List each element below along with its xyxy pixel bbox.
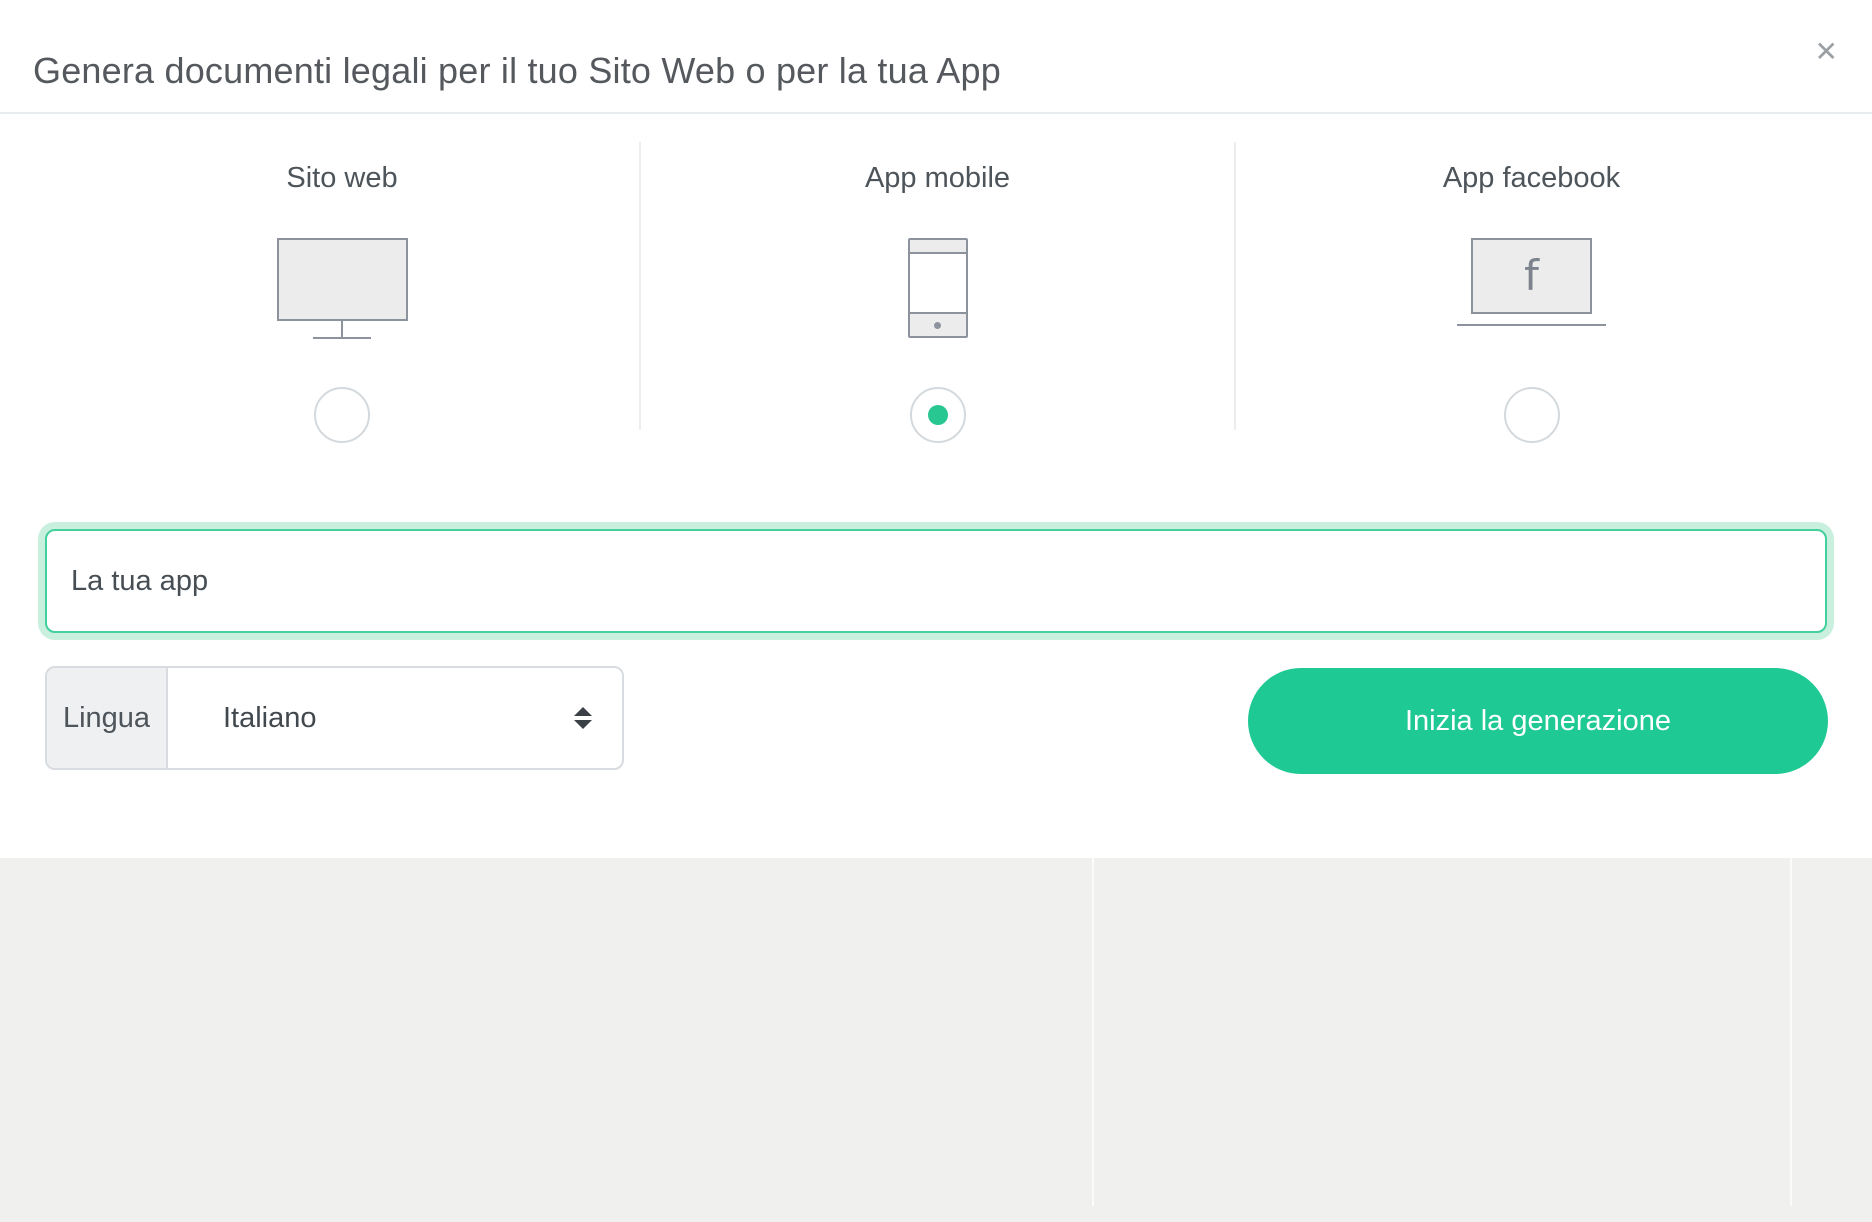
close-icon: ✕: [1815, 36, 1838, 67]
generator-dialog: Genera documenti legali per il tuo Sito …: [0, 0, 1872, 1222]
facebook-app-icon: f: [1236, 238, 1827, 342]
close-button[interactable]: ✕: [1811, 34, 1842, 70]
language-value: Italiano: [223, 702, 317, 735]
app-name-input[interactable]: [45, 529, 1827, 633]
sort-arrows-icon: [574, 707, 592, 729]
device-option-app-facebook[interactable]: App facebook f: [1236, 140, 1827, 440]
generate-button[interactable]: Inizia la generazione: [1248, 668, 1828, 774]
desktop-icon: [45, 238, 639, 342]
device-option-label: App facebook: [1236, 162, 1827, 195]
mobile-icon: [641, 238, 1234, 342]
device-option-sito-web[interactable]: Sito web: [45, 140, 639, 440]
device-option-app-mobile[interactable]: App mobile: [641, 140, 1234, 440]
radio-app-facebook[interactable]: [1504, 387, 1560, 443]
language-label: Lingua: [47, 668, 168, 768]
header-divider: [0, 112, 1872, 114]
device-option-label: Sito web: [45, 162, 639, 195]
language-select[interactable]: Italiano: [168, 668, 622, 768]
radio-app-mobile[interactable]: [910, 387, 966, 443]
device-option-label: App mobile: [641, 162, 1234, 195]
footer-divider: [1790, 858, 1792, 1206]
footer-divider: [1092, 858, 1094, 1206]
language-group: Lingua Italiano: [45, 666, 624, 770]
page-title: Genera documenti legali per il tuo Sito …: [33, 50, 1001, 92]
footer-section: iubenda Ti ai di le dedi Soluzioni p le …: [0, 858, 1872, 1222]
radio-sito-web[interactable]: [314, 387, 370, 443]
